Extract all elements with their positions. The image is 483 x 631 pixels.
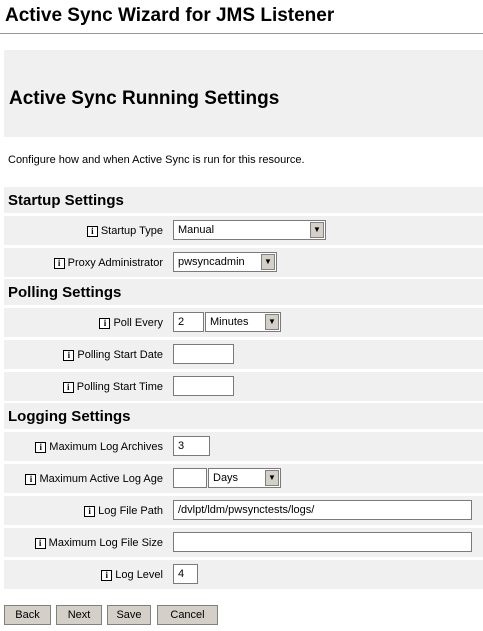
row-polling-start-date: i Polling Start Date bbox=[4, 340, 483, 369]
section-startup: Startup Settings bbox=[4, 187, 483, 213]
next-button[interactable]: Next bbox=[56, 605, 102, 625]
max-active-log-age-input[interactable] bbox=[173, 468, 207, 488]
section-polling: Polling Settings bbox=[4, 279, 483, 305]
polling-start-date-label-wrap: i Polling Start Date bbox=[63, 349, 163, 361]
log-file-path-label: Log File Path bbox=[98, 505, 163, 517]
max-log-file-size-input[interactable] bbox=[173, 532, 472, 552]
row-log-file-path: i Log File Path /dvlpt/ldm/pwsynctests/l… bbox=[4, 496, 483, 525]
info-icon[interactable]: i bbox=[62, 381, 74, 393]
proxy-admin-value: pwsyncadmin bbox=[178, 256, 245, 268]
page-title: Active Sync Running Settings bbox=[9, 88, 280, 109]
row-startup-type: i Startup Type Manual ▼ bbox=[4, 216, 483, 245]
polling-start-time-label-wrap: i Polling Start Time bbox=[62, 381, 163, 393]
startup-type-select[interactable]: Manual ▼ bbox=[173, 220, 326, 240]
info-icon[interactable]: i bbox=[35, 441, 47, 453]
log-level-input[interactable]: 4 bbox=[173, 564, 198, 584]
log-level-label-wrap: i Log Level bbox=[101, 569, 163, 581]
row-log-level: i Log Level 4 bbox=[4, 560, 483, 589]
proxy-admin-label: Proxy Administrator bbox=[67, 257, 163, 269]
row-max-log-archives: i Maximum Log Archives 3 bbox=[4, 432, 483, 461]
poll-every-label: Poll Every bbox=[113, 317, 163, 329]
max-log-archives-label-wrap: i Maximum Log Archives bbox=[35, 441, 163, 453]
poll-every-unit-select[interactable]: Minutes ▼ bbox=[205, 312, 281, 332]
startup-type-label-wrap: i Startup Type bbox=[86, 225, 163, 237]
info-icon[interactable]: i bbox=[84, 505, 96, 517]
info-icon[interactable]: i bbox=[86, 225, 98, 237]
wizard-title: Active Sync Wizard for JMS Listener bbox=[5, 5, 335, 26]
section-startup-title: Startup Settings bbox=[8, 192, 124, 209]
save-button[interactable]: Save bbox=[107, 605, 151, 625]
dropdown-arrow-icon[interactable]: ▼ bbox=[261, 254, 275, 270]
info-icon[interactable]: i bbox=[101, 569, 113, 581]
startup-type-label: Startup Type bbox=[100, 225, 163, 237]
startup-type-value: Manual bbox=[178, 224, 215, 236]
log-file-path-label-wrap: i Log File Path bbox=[84, 505, 163, 517]
info-icon[interactable]: i bbox=[99, 317, 111, 329]
row-max-log-file-size: i Maximum Log File Size bbox=[4, 528, 483, 557]
row-proxy-admin: i Proxy Administrator pwsyncadmin ▼ bbox=[4, 248, 483, 277]
log-level-label: Log Level bbox=[115, 569, 163, 581]
page-header: Active Sync Running Settings bbox=[4, 50, 483, 137]
info-icon[interactable]: i bbox=[63, 349, 75, 361]
back-button[interactable]: Back bbox=[4, 605, 51, 625]
section-polling-title: Polling Settings bbox=[8, 284, 122, 301]
row-max-active-log-age: i Maximum Active Log Age Days ▼ bbox=[4, 464, 483, 493]
row-polling-start-time: i Polling Start Time bbox=[4, 372, 483, 401]
proxy-admin-select[interactable]: pwsyncadmin ▼ bbox=[173, 252, 277, 272]
polling-start-date-input[interactable] bbox=[173, 344, 234, 364]
dropdown-arrow-icon[interactable]: ▼ bbox=[265, 470, 279, 486]
info-icon[interactable]: i bbox=[53, 257, 65, 269]
max-log-archives-input[interactable]: 3 bbox=[173, 436, 210, 456]
max-log-file-size-label: Maximum Log File Size bbox=[48, 537, 163, 549]
row-poll-every: i Poll Every 2 Minutes ▼ bbox=[4, 308, 483, 337]
max-log-file-size-label-wrap: i Maximum Log File Size bbox=[34, 537, 163, 549]
dropdown-arrow-icon[interactable]: ▼ bbox=[265, 314, 279, 330]
max-active-log-age-unit-value: Days bbox=[213, 472, 239, 484]
polling-start-time-input[interactable] bbox=[173, 376, 234, 396]
dropdown-arrow-icon[interactable]: ▼ bbox=[310, 222, 324, 238]
max-active-log-age-label-wrap: i Maximum Active Log Age bbox=[25, 473, 163, 485]
polling-start-date-label: Polling Start Date bbox=[77, 349, 163, 361]
log-file-path-input[interactable]: /dvlpt/ldm/pwsynctests/logs/ bbox=[173, 500, 472, 520]
info-icon[interactable]: i bbox=[34, 537, 46, 549]
poll-every-unit-value: Minutes bbox=[210, 316, 249, 328]
info-icon[interactable]: i bbox=[25, 473, 37, 485]
cancel-button[interactable]: Cancel bbox=[157, 605, 218, 625]
section-logging: Logging Settings bbox=[4, 403, 483, 429]
max-active-log-age-unit-select[interactable]: Days ▼ bbox=[208, 468, 281, 488]
polling-start-time-label: Polling Start Time bbox=[76, 381, 163, 393]
poll-every-label-wrap: i Poll Every bbox=[99, 317, 163, 329]
title-divider bbox=[0, 33, 483, 34]
max-log-archives-label: Maximum Log Archives bbox=[49, 441, 163, 453]
proxy-admin-label-wrap: i Proxy Administrator bbox=[53, 257, 163, 269]
max-active-log-age-label: Maximum Active Log Age bbox=[39, 473, 163, 485]
page-description: Configure how and when Active Sync is ru… bbox=[8, 154, 305, 166]
section-logging-title: Logging Settings bbox=[8, 408, 131, 425]
poll-every-input[interactable]: 2 bbox=[173, 312, 204, 332]
